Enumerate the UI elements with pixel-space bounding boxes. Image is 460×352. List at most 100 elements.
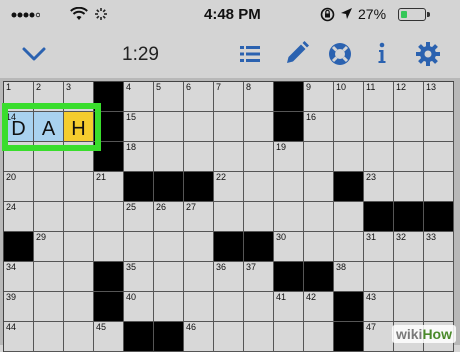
- grid-cell[interactable]: [34, 292, 64, 322]
- grid-cell[interactable]: 10: [334, 82, 364, 112]
- grid-cell[interactable]: [304, 172, 334, 202]
- grid-cell[interactable]: 38: [334, 262, 364, 292]
- grid-cell[interactable]: 24: [4, 202, 34, 232]
- grid-cell[interactable]: 19: [274, 142, 304, 172]
- grid-cell[interactable]: 23: [364, 172, 394, 202]
- grid-cell[interactable]: [154, 112, 184, 142]
- grid-cell[interactable]: [424, 112, 454, 142]
- grid-cell[interactable]: 25: [124, 202, 154, 232]
- grid-cell[interactable]: [214, 322, 244, 352]
- grid-cell[interactable]: 34: [4, 262, 34, 292]
- grid-cell[interactable]: 12: [394, 82, 424, 112]
- grid-cell[interactable]: 40: [124, 292, 154, 322]
- grid-cell[interactable]: [34, 262, 64, 292]
- grid-cell[interactable]: [184, 262, 214, 292]
- grid-cell[interactable]: 31: [364, 232, 394, 262]
- grid-cell[interactable]: [334, 112, 364, 142]
- grid-cell[interactable]: [334, 202, 364, 232]
- grid-cell[interactable]: 16: [304, 112, 334, 142]
- grid-cell[interactable]: [424, 172, 454, 202]
- grid-cell[interactable]: [244, 142, 274, 172]
- grid-cell[interactable]: [334, 142, 364, 172]
- grid-cell[interactable]: [364, 142, 394, 172]
- grid-cell[interactable]: 15: [124, 112, 154, 142]
- grid-cell[interactable]: [94, 202, 124, 232]
- grid-cell[interactable]: [334, 232, 364, 262]
- grid-cell[interactable]: 18: [124, 142, 154, 172]
- grid-cell[interactable]: [64, 172, 94, 202]
- grid-cell[interactable]: [34, 172, 64, 202]
- grid-cell[interactable]: [244, 172, 274, 202]
- grid-cell[interactable]: [424, 142, 454, 172]
- grid-cell[interactable]: [424, 262, 454, 292]
- list-icon[interactable]: [234, 38, 266, 70]
- grid-cell[interactable]: [154, 292, 184, 322]
- grid-cell[interactable]: [214, 142, 244, 172]
- grid-cell[interactable]: [364, 112, 394, 142]
- grid-cell[interactable]: 30: [274, 232, 304, 262]
- grid-cell[interactable]: [304, 142, 334, 172]
- grid-cell[interactable]: 20: [4, 172, 34, 202]
- grid-cell[interactable]: 29: [34, 232, 64, 262]
- chevron-down-icon[interactable]: [18, 38, 50, 70]
- grid-cell[interactable]: [394, 112, 424, 142]
- pencil-icon[interactable]: [280, 38, 312, 70]
- grid-cell[interactable]: [304, 232, 334, 262]
- grid-cell[interactable]: 26: [154, 202, 184, 232]
- grid-cell[interactable]: [394, 142, 424, 172]
- grid-cell[interactable]: [304, 202, 334, 232]
- grid-cell[interactable]: [184, 142, 214, 172]
- grid-cell[interactable]: [184, 112, 214, 142]
- grid-cell[interactable]: 5: [154, 82, 184, 112]
- grid-cell[interactable]: [274, 172, 304, 202]
- grid-cell[interactable]: [34, 322, 64, 352]
- grid-cell[interactable]: [364, 262, 394, 292]
- grid-cell[interactable]: [94, 232, 124, 262]
- grid-cell[interactable]: [64, 262, 94, 292]
- grid-cell[interactable]: [244, 292, 274, 322]
- grid-cell[interactable]: 32: [394, 232, 424, 262]
- grid-cell[interactable]: 33: [424, 232, 454, 262]
- grid-cell[interactable]: 37: [244, 262, 274, 292]
- grid-cell[interactable]: [154, 142, 184, 172]
- grid-cell[interactable]: 39: [4, 292, 34, 322]
- grid-cell[interactable]: [154, 232, 184, 262]
- grid-cell[interactable]: [274, 322, 304, 352]
- grid-cell[interactable]: 44: [4, 322, 34, 352]
- grid-cell[interactable]: [214, 202, 244, 232]
- grid-cell[interactable]: 6: [184, 82, 214, 112]
- grid-cell[interactable]: [124, 232, 154, 262]
- grid-cell[interactable]: 13: [424, 82, 454, 112]
- grid-cell[interactable]: 9: [304, 82, 334, 112]
- grid-cell[interactable]: [34, 202, 64, 232]
- grid-cell[interactable]: [304, 322, 334, 352]
- grid-cell[interactable]: 11: [364, 82, 394, 112]
- grid-cell[interactable]: [64, 202, 94, 232]
- grid-cell[interactable]: 8: [244, 82, 274, 112]
- grid-cell[interactable]: [394, 292, 424, 322]
- grid-cell[interactable]: [214, 292, 244, 322]
- grid-cell[interactable]: [64, 292, 94, 322]
- grid-cell[interactable]: 42: [304, 292, 334, 322]
- grid-cell[interactable]: [274, 202, 304, 232]
- grid-cell[interactable]: 35: [124, 262, 154, 292]
- grid-cell[interactable]: 45: [94, 322, 124, 352]
- grid-cell[interactable]: [244, 202, 274, 232]
- grid-cell[interactable]: 4: [124, 82, 154, 112]
- grid-cell[interactable]: [244, 322, 274, 352]
- grid-cell[interactable]: 7: [214, 82, 244, 112]
- grid-cell[interactable]: 43: [364, 292, 394, 322]
- grid-cell[interactable]: 41: [274, 292, 304, 322]
- grid-cell[interactable]: [154, 262, 184, 292]
- grid-cell[interactable]: 47: [364, 322, 394, 352]
- grid-cell[interactable]: 21: [94, 172, 124, 202]
- grid-cell[interactable]: [64, 322, 94, 352]
- gear-icon[interactable]: [412, 38, 444, 70]
- grid-cell[interactable]: [184, 292, 214, 322]
- grid-cell[interactable]: 36: [214, 262, 244, 292]
- grid-cell[interactable]: [184, 232, 214, 262]
- grid-cell[interactable]: [394, 172, 424, 202]
- info-icon[interactable]: [366, 38, 398, 70]
- lifebuoy-icon[interactable]: [324, 38, 356, 70]
- grid-cell[interactable]: [244, 112, 274, 142]
